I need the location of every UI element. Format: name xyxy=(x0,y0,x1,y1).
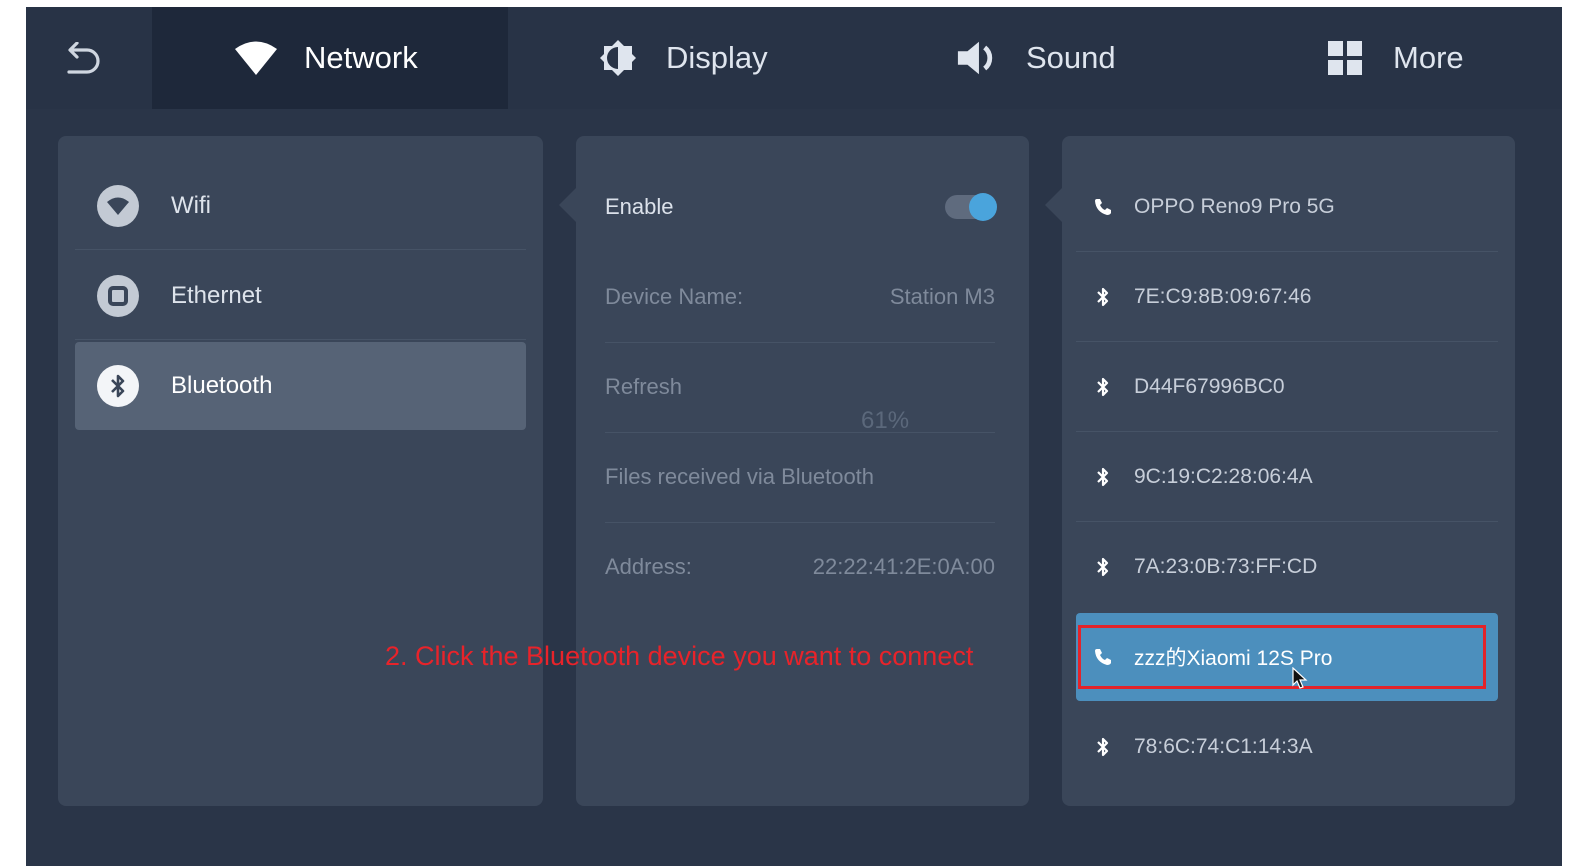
device-item[interactable]: OPPO Reno9 Pro 5G xyxy=(1076,162,1498,252)
enable-toggle[interactable] xyxy=(945,193,997,221)
sidebar-item-bluetooth[interactable]: Bluetooth xyxy=(75,342,526,430)
speaker-icon xyxy=(956,36,1000,80)
device-list-panel: OPPO Reno9 Pro 5G 7E:C9:8B:09:67:46 D44F… xyxy=(1045,136,1515,806)
sidebar-item-label: Wifi xyxy=(171,191,211,219)
device-name-value: Station M3 xyxy=(889,284,995,309)
mouse-cursor-icon xyxy=(1292,666,1308,696)
device-item[interactable]: 78:6C:74:C1:14:3A xyxy=(1076,702,1498,792)
device-name: OPPO Reno9 Pro 5G xyxy=(1134,194,1335,218)
address-row: Address: 22:22:41:2E:0A:00 xyxy=(605,522,995,612)
refresh-row[interactable]: Refresh xyxy=(605,342,995,433)
grid-icon xyxy=(1323,36,1367,80)
tab-more[interactable]: More xyxy=(1323,7,1464,109)
phone-icon xyxy=(1092,646,1114,668)
files-received-label: Files received via Bluetooth xyxy=(605,464,875,489)
panel-pointer xyxy=(1045,188,1062,222)
device-name-label: Device Name: xyxy=(605,284,744,309)
phone-icon xyxy=(1092,196,1114,218)
device-item[interactable]: 9C:19:C2:28:06:4A xyxy=(1076,432,1498,522)
bluetooth-icon xyxy=(97,365,139,407)
toggle-knob xyxy=(969,193,997,221)
sidebar-item-label: Ethernet xyxy=(171,281,262,309)
device-item[interactable]: D44F67996BC0 xyxy=(1076,342,1498,432)
device-name: 78:6C:74:C1:14:3A xyxy=(1134,735,1313,758)
device-item-selected[interactable]: zzz的Xiaomi 12S Pro xyxy=(1076,613,1498,701)
wifi-icon xyxy=(97,184,139,227)
sidebar-item-label: Bluetooth xyxy=(171,372,273,399)
device-name: 7E:C9:8B:09:67:46 xyxy=(1134,284,1312,308)
enable-row[interactable]: Enable xyxy=(605,162,997,252)
tab-network[interactable]: Network xyxy=(152,7,508,109)
device-item[interactable]: 7E:C9:8B:09:67:46 xyxy=(1076,252,1498,342)
device-name: D44F67996BC0 xyxy=(1134,374,1285,398)
tab-sound[interactable]: Sound xyxy=(956,7,1116,109)
tab-label: Sound xyxy=(1026,40,1116,75)
tab-display[interactable]: Display xyxy=(596,7,768,109)
panel-pointer xyxy=(559,188,576,222)
ethernet-icon xyxy=(97,274,139,317)
refresh-progress: 61% xyxy=(861,407,910,434)
device-name: 9C:19:C2:28:06:4A xyxy=(1134,464,1313,488)
refresh-label: Refresh xyxy=(605,374,683,399)
bluetooth-icon xyxy=(1092,376,1114,398)
back-icon[interactable] xyxy=(56,39,106,79)
enable-label: Enable xyxy=(605,194,674,219)
address-label: Address: xyxy=(605,554,692,579)
tab-label: More xyxy=(1393,40,1464,75)
brightness-icon xyxy=(596,36,640,80)
settings-screen: Network Display Sound More Wifi Ethernet… xyxy=(26,7,1562,866)
bluetooth-icon xyxy=(1092,466,1114,488)
wifi-icon xyxy=(234,36,278,80)
sidebar-item-wifi[interactable]: Wifi xyxy=(75,162,526,250)
sidebar-item-ethernet[interactable]: Ethernet xyxy=(75,252,526,340)
bluetooth-icon xyxy=(1092,556,1114,578)
device-name-row[interactable]: Device Name: Station M3 xyxy=(605,252,995,343)
bluetooth-icon xyxy=(1092,736,1114,758)
address-value: 22:22:41:2E:0A:00 xyxy=(812,554,995,579)
device-item[interactable]: 7A:23:0B:73:FF:CD xyxy=(1076,522,1498,612)
files-received-row[interactable]: Files received via Bluetooth xyxy=(605,432,995,523)
network-type-panel: Wifi Ethernet Bluetooth xyxy=(58,136,543,806)
bluetooth-settings-panel: Enable Device Name: Station M3 Refresh 6… xyxy=(559,136,1029,806)
instruction-annotation: 2. Click the Bluetooth device you want t… xyxy=(385,641,974,671)
tab-label: Network xyxy=(304,40,418,75)
device-name: 7A:23:0B:73:FF:CD xyxy=(1134,555,1318,578)
top-navigation-bar: Network Display Sound More xyxy=(26,7,1562,109)
bluetooth-icon xyxy=(1092,286,1114,308)
tab-label: Display xyxy=(666,40,768,75)
